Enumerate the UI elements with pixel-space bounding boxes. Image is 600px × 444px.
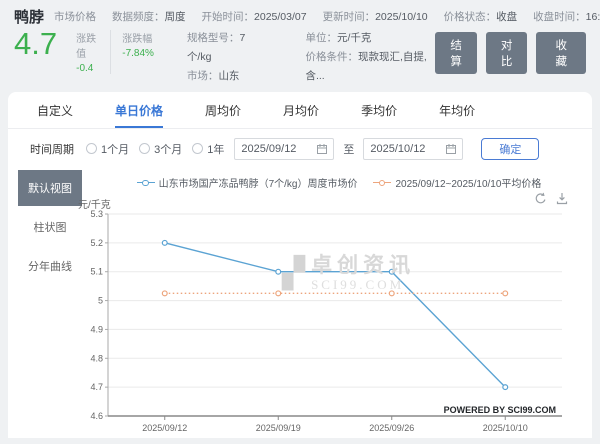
meta-price-status: 价格状态：收盘 [443, 11, 518, 23]
legend-item-average-price[interactable]: 2025/09/12~2025/10/10平均价格 [373, 175, 541, 190]
price-tabs: 自定义 单日价格 周均价 月均价 季均价 年均价 [8, 92, 592, 129]
svg-text:4.8: 4.8 [90, 353, 103, 363]
tab-custom[interactable]: 自定义 [37, 92, 73, 128]
tab-quarterly-avg[interactable]: 季均价 [361, 92, 397, 128]
main-panel: 自定义 单日价格 周均价 月均价 季均价 年均价 时间周期 1个月 3个月 1年… [8, 91, 592, 438]
meta-frequency: 数据频度：周度 [112, 11, 186, 23]
svg-text:2025/10/10: 2025/10/10 [483, 423, 528, 433]
radio-3-month[interactable]: 3个月 [139, 141, 182, 157]
calendar-icon [317, 143, 328, 154]
svg-text:2025/09/26: 2025/09/26 [369, 423, 414, 433]
legend-item-market-price[interactable]: 山东市场国产冻品鸭脖（7个/kg）周度市场价 [136, 175, 357, 190]
page-subtitle: 市场价格 [54, 11, 97, 23]
price-change-block: 涨跌值 -0.4 涨跌幅 -7.84% [65, 30, 165, 74]
end-date-input[interactable]: 2025/10/12 [363, 137, 464, 160]
time-filter-row: 时间周期 1个月 3个月 1年 2025/09/12 至 2025/10/12 … [8, 129, 592, 166]
tab-daily-price[interactable]: 单日价格 [115, 92, 164, 128]
chart-section: 默认视图 柱状图 分年曲线 山东市场国产冻品鸭脖（7个/kg）周度市场价 202… [8, 166, 592, 444]
radio-1-year[interactable]: 1年 [192, 141, 224, 157]
svg-text:5.2: 5.2 [90, 238, 103, 248]
radio-icon [139, 143, 151, 155]
spec-col-2: 单位：元/千克 价格条件：现款现汇,自提,含... [305, 32, 427, 82]
tab-weekly-avg[interactable]: 周均价 [205, 92, 241, 128]
change-pct-block: 涨跌幅 -7.84% [110, 30, 165, 74]
page-header: 鸭脖 市场价格 数据频度：周度 开始时间：2025/03/07 更新时间：202… [0, 0, 600, 86]
chart-toolbar [534, 192, 568, 205]
compare-button[interactable]: 对比 [485, 32, 528, 74]
line-marker-icon [373, 179, 392, 187]
sidebar-item-yearly-curve[interactable]: 分年曲线 [18, 248, 82, 284]
date-range-separator: 至 [343, 143, 355, 156]
view-sidebar: 默认视图 柱状图 分年曲线 [8, 166, 86, 444]
settle-button[interactable]: 结算 [435, 32, 477, 74]
y-axis-label: 元/千克 [78, 199, 111, 211]
confirm-button[interactable]: 确定 [481, 137, 540, 160]
refresh-icon[interactable] [534, 192, 547, 205]
download-icon[interactable] [556, 192, 568, 205]
change-pct: -7.84% [122, 48, 154, 59]
chart-container: 山东市场国产冻品鸭脖（7个/kg）周度市场价 2025/09/12~2025/1… [78, 166, 592, 444]
meta-start-time: 开始时间：2025/03/07 [201, 11, 307, 23]
header-buttons: 结算 对比 收藏 [435, 32, 586, 74]
current-price: 4.7 [14, 26, 58, 61]
spec-block: 规格型号：7个/kg 市场：山东 单位：元/千克 价格条件：现款现汇,自提,含.… [187, 29, 435, 86]
time-period-label: 时间周期 [30, 143, 74, 156]
line-marker-icon [136, 179, 155, 187]
tab-monthly-avg[interactable]: 月均价 [283, 92, 319, 128]
svg-text:4.7: 4.7 [90, 382, 103, 392]
tab-yearly-avg[interactable]: 年均价 [439, 92, 475, 128]
header-meta-row: 鸭脖 市场价格 数据频度：周度 开始时间：2025/03/07 更新时间：202… [14, 6, 600, 27]
chart-legend: 山东市场国产冻品鸭脖（7个/kg）周度市场价 2025/09/12~2025/1… [86, 172, 592, 194]
price-line-chart: 4.64.74.84.955.15.25.32025/09/12 2025/09/… [90, 209, 562, 433]
svg-text:2025/09/19: 2025/09/19 [256, 423, 301, 433]
change-value: -0.4 [76, 63, 94, 74]
radio-1-month[interactable]: 1个月 [86, 141, 129, 157]
start-date-input[interactable]: 2025/09/12 [234, 137, 335, 160]
svg-text:4.6: 4.6 [90, 411, 103, 421]
header-price-row: 4.7 涨跌值 -0.4 涨跌幅 -7.84% 规格型号：7个/kg 市场：山东… [14, 26, 586, 86]
spec-col-1: 规格型号：7个/kg 市场：山东 [186, 32, 246, 82]
favorite-button[interactable]: 收藏 [536, 32, 586, 74]
radio-icon [86, 143, 97, 155]
sidebar-item-bar-chart[interactable]: 柱状图 [18, 209, 82, 245]
powered-by-text: POWERED BY SCI99.COM [443, 404, 556, 415]
meta-update-time: 更新时间：2025/10/10 [322, 11, 428, 23]
sidebar-item-default-view[interactable]: 默认视图 [18, 169, 82, 206]
page-title: 鸭脖 [14, 9, 45, 26]
radio-icon [192, 143, 204, 155]
svg-text:5: 5 [98, 295, 103, 305]
meta-close-time: 收盘时间：16:00 [533, 11, 600, 23]
svg-text:4.9: 4.9 [90, 324, 103, 334]
svg-text:2025/09/12: 2025/09/12 [142, 423, 187, 433]
calendar-icon [446, 143, 457, 154]
change-value-block: 涨跌值 -0.4 [65, 30, 110, 74]
svg-text:5.1: 5.1 [90, 266, 103, 276]
